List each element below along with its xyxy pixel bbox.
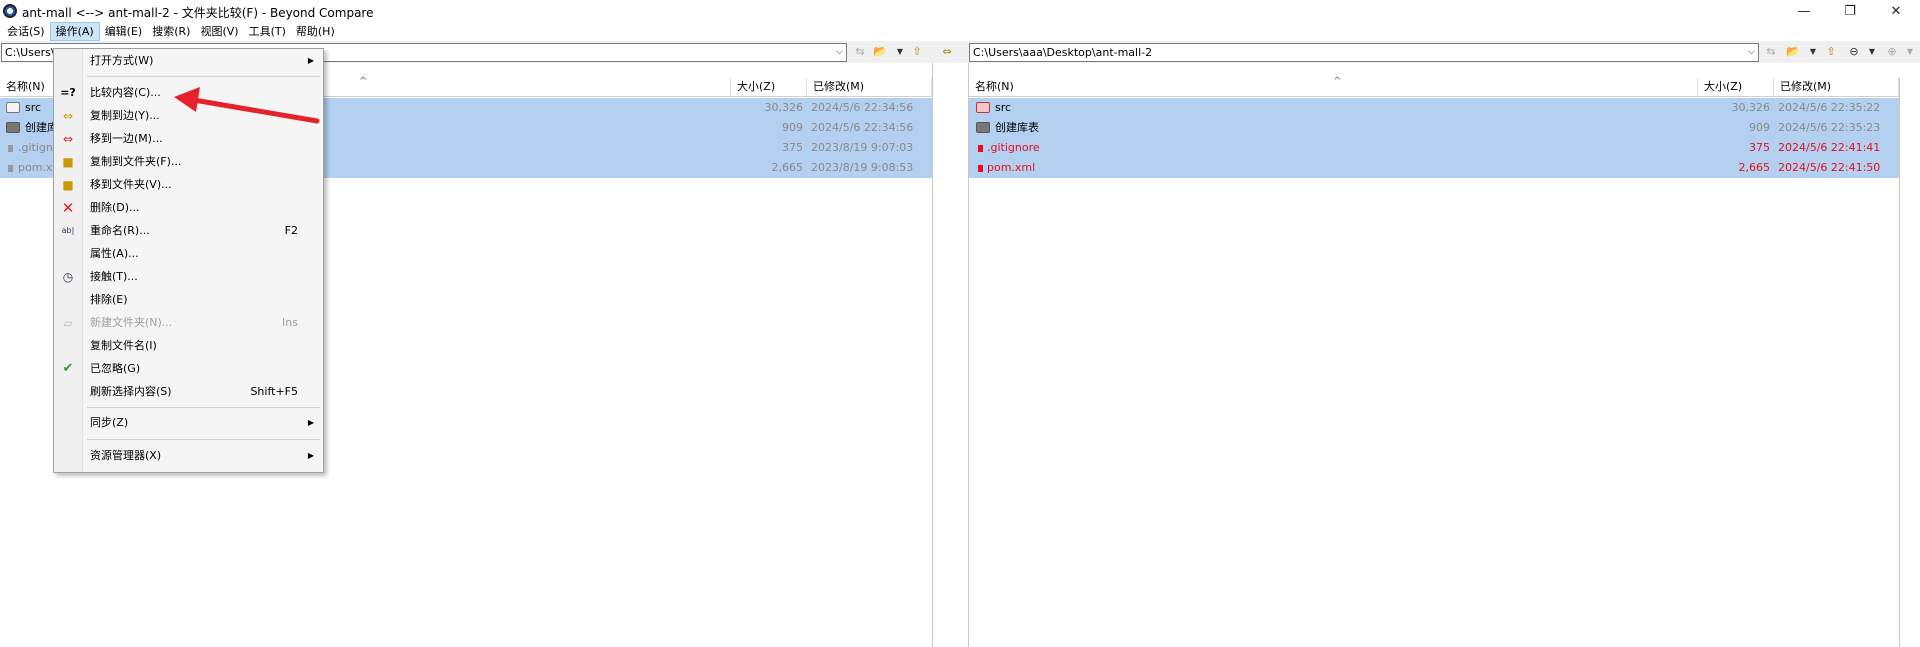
arrow-head: [174, 87, 200, 112]
arrow-shaft: [185, 96, 320, 124]
annotation-arrow: [174, 87, 320, 124]
